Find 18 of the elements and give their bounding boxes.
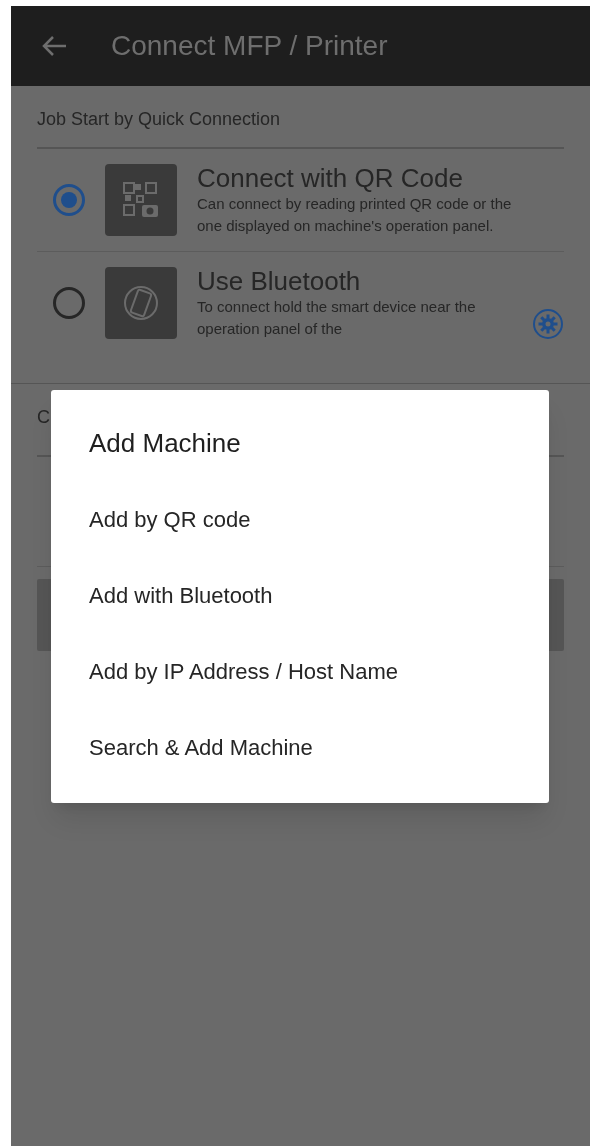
screen-title: Connect MFP / Printer <box>111 29 388 63</box>
qr-camera-icon <box>122 181 160 219</box>
settings-icon[interactable] <box>532 308 564 340</box>
option-description: To connect hold the smart device near the operation panel of the <box>197 297 477 339</box>
option-description: Can connect by reading printed QR code or the one displayed on machine's operation panel. <box>197 194 513 236</box>
menu-item[interactable]: Add by IP Address / Host Name <box>51 633 549 709</box>
back-arrow-icon[interactable] <box>41 35 67 57</box>
dialog-title: Add Machine <box>88 427 242 460</box>
phone-waves-icon <box>122 284 160 322</box>
section-heading: C <box>37 406 50 429</box>
menu-item[interactable]: Add by QR code <box>51 481 549 557</box>
radio-button[interactable] <box>53 287 85 319</box>
option-title: Use Bluetooth <box>197 266 362 296</box>
radio-button[interactable] <box>53 184 85 216</box>
menu-item[interactable]: Search & Add Machine <box>51 709 549 785</box>
option-title: Connect with QR Code <box>197 163 464 193</box>
section-heading: Job Start by Quick Connection <box>37 108 282 131</box>
menu-item[interactable]: Add with Bluetooth <box>51 557 549 633</box>
